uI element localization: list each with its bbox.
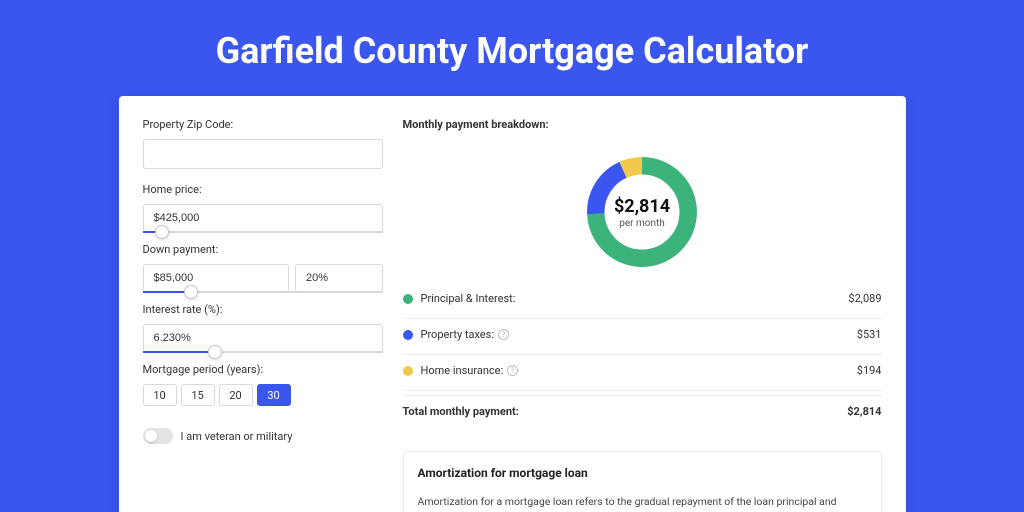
zip-label: Property Zip Code:: [143, 118, 383, 131]
veteran-toggle[interactable]: [143, 428, 173, 444]
legend-value: $531: [857, 328, 882, 341]
payment-donut-chart: $2,814 per month: [581, 151, 703, 273]
legend-list: Principal & Interest: $2,089 Property taxe…: [403, 283, 882, 391]
legend-label: Home insurance:: [421, 364, 504, 377]
period-option-15[interactable]: 15: [181, 384, 215, 406]
down-pct-input[interactable]: [295, 264, 383, 292]
down-slider[interactable]: [143, 291, 383, 293]
legend-label: Property taxes:: [421, 328, 494, 341]
down-amount-input[interactable]: [143, 264, 289, 292]
rate-slider-thumb[interactable]: [208, 345, 222, 359]
legend-row: Property taxes:? $531: [403, 319, 882, 350]
down-label: Down payment:: [143, 243, 383, 256]
breakdown-column: Monthly payment breakdown: $2,814 per mo…: [403, 118, 882, 512]
period-options: 10152030: [143, 384, 383, 406]
legend-dot: [403, 330, 413, 340]
page-title: Garfield County Mortgage Calculator: [0, 0, 1024, 96]
price-slider-thumb[interactable]: [155, 225, 169, 239]
donut-amount: $2,814: [614, 196, 670, 217]
price-input[interactable]: [143, 204, 383, 232]
period-option-30[interactable]: 30: [257, 384, 291, 406]
legend-dot: [403, 366, 413, 376]
down-slider-thumb[interactable]: [184, 285, 198, 299]
breakdown-header: Monthly payment breakdown:: [403, 118, 882, 131]
inputs-column: Property Zip Code: Home price: Down paym…: [143, 118, 383, 512]
info-icon[interactable]: ?: [498, 329, 509, 340]
rate-slider[interactable]: [143, 351, 383, 353]
rate-label: Interest rate (%):: [143, 303, 383, 316]
zip-input[interactable]: [143, 139, 383, 169]
calculator-card: Property Zip Code: Home price: Down paym…: [119, 96, 906, 512]
total-label: Total monthly payment:: [403, 405, 519, 418]
amort-body: Amortization for a mortgage loan refers …: [418, 494, 867, 512]
legend-value: $2,089: [848, 292, 881, 305]
amortization-section: Amortization for mortgage loan Amortizat…: [403, 451, 882, 512]
donut-sub: per month: [619, 218, 665, 229]
price-slider[interactable]: [143, 231, 383, 233]
rate-input[interactable]: [143, 324, 383, 352]
legend-value: $194: [857, 364, 882, 377]
amort-title: Amortization for mortgage loan: [418, 466, 867, 480]
legend-row: Home insurance:? $194: [403, 355, 882, 386]
total-value: $2,814: [847, 405, 881, 418]
price-label: Home price:: [143, 183, 383, 196]
legend-label: Principal & Interest:: [421, 292, 516, 305]
period-option-10[interactable]: 10: [143, 384, 177, 406]
info-icon[interactable]: ?: [507, 365, 518, 376]
veteran-label: I am veteran or military: [181, 430, 293, 443]
legend-row: Principal & Interest: $2,089: [403, 283, 882, 314]
period-label: Mortgage period (years):: [143, 363, 383, 376]
period-option-20[interactable]: 20: [219, 384, 253, 406]
legend-dot: [403, 294, 413, 304]
